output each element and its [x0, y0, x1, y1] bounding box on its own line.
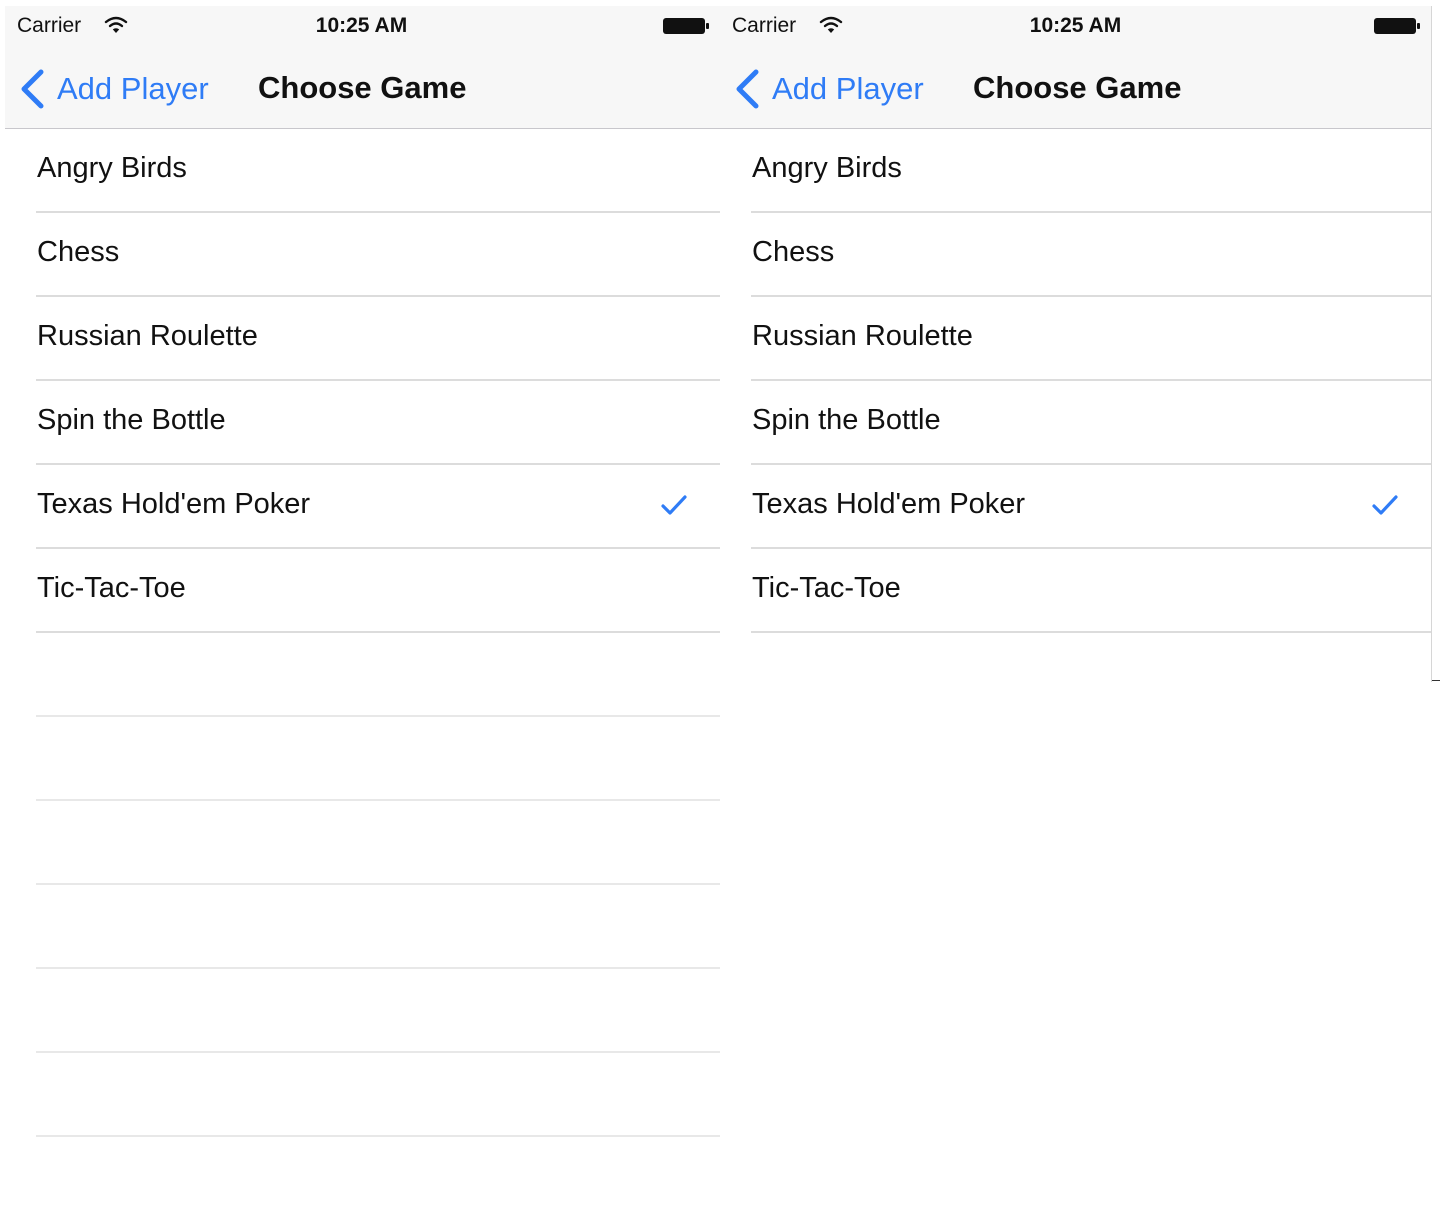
game-label: Angry Birds	[37, 152, 187, 184]
table-row-game-selected[interactable]: Texas Hold'em Poker	[720, 465, 1431, 549]
back-button-label: Add Player	[57, 71, 209, 106]
status-time: 10:25 AM	[1029, 14, 1122, 37]
game-label: Texas Hold'em Poker	[752, 488, 1026, 520]
empty-table-row	[5, 885, 720, 969]
table-row-game[interactable]: Spin the Bottle	[720, 381, 1431, 465]
table-row-game[interactable]: Tic-Tac-Toe	[5, 549, 720, 633]
empty-table-row	[5, 801, 720, 885]
game-label: Chess	[37, 236, 120, 268]
back-button[interactable]: Add Player	[734, 67, 924, 111]
table-row-game-selected[interactable]: Texas Hold'em Poker	[5, 465, 720, 549]
navigation-bar: Add Player Choose Game	[720, 50, 1431, 129]
navigation-bar: Add Player Choose Game	[5, 50, 720, 129]
empty-table-row	[5, 633, 720, 717]
table-row-game[interactable]: Angry Birds	[5, 129, 720, 213]
game-label: Russian Roulette	[752, 320, 973, 352]
page-title: Choose Game	[973, 70, 1182, 105]
games-table: Angry Birds Chess Russian Roulette Spin …	[720, 129, 1431, 633]
table-row-game[interactable]: Russian Roulette	[5, 297, 720, 381]
empty-table-row	[5, 717, 720, 801]
battery-icon	[663, 18, 709, 34]
status-bar: Carrier 10:25 AM	[5, 6, 720, 50]
empty-table-row	[5, 1053, 720, 1137]
status-time: 10:25 AM	[315, 14, 408, 37]
status-bar: Carrier 10:25 AM	[720, 6, 1431, 50]
back-button[interactable]: Add Player	[19, 67, 209, 111]
chevron-left-icon	[21, 69, 44, 109]
checkmark-icon	[661, 495, 687, 515]
game-label: Chess	[752, 236, 835, 268]
battery-icon	[1374, 18, 1420, 34]
divider	[1432, 680, 1440, 681]
game-label: Tic-Tac-Toe	[37, 572, 186, 604]
game-label: Spin the Bottle	[752, 404, 941, 436]
back-button-label: Add Player	[772, 71, 924, 106]
table-row-game[interactable]: Spin the Bottle	[5, 381, 720, 465]
game-label: Texas Hold'em Poker	[37, 488, 311, 520]
game-label: Russian Roulette	[37, 320, 258, 352]
table-row-game[interactable]: Chess	[720, 213, 1431, 297]
checkmark-icon	[1372, 495, 1398, 515]
table-row-game[interactable]: Russian Roulette	[720, 297, 1431, 381]
game-label: Angry Birds	[752, 152, 902, 184]
phone-screen-right: Carrier 10:25 AM Add Player Choose Game …	[720, 6, 1432, 682]
phone-screen-left: Carrier 10:25 AM Add Player Choose Game …	[5, 6, 720, 1218]
empty-table-row	[5, 1137, 720, 1218]
game-label: Tic-Tac-Toe	[752, 572, 901, 604]
table-row-game[interactable]: Tic-Tac-Toe	[720, 549, 1431, 633]
chevron-left-icon	[736, 69, 759, 109]
page-title: Choose Game	[258, 70, 467, 105]
table-row-game[interactable]: Angry Birds	[720, 129, 1431, 213]
table-row-game[interactable]: Chess	[5, 213, 720, 297]
games-table: Angry Birds Chess Russian Roulette Spin …	[5, 129, 720, 1218]
game-label: Spin the Bottle	[37, 404, 226, 436]
empty-table-row	[5, 969, 720, 1053]
